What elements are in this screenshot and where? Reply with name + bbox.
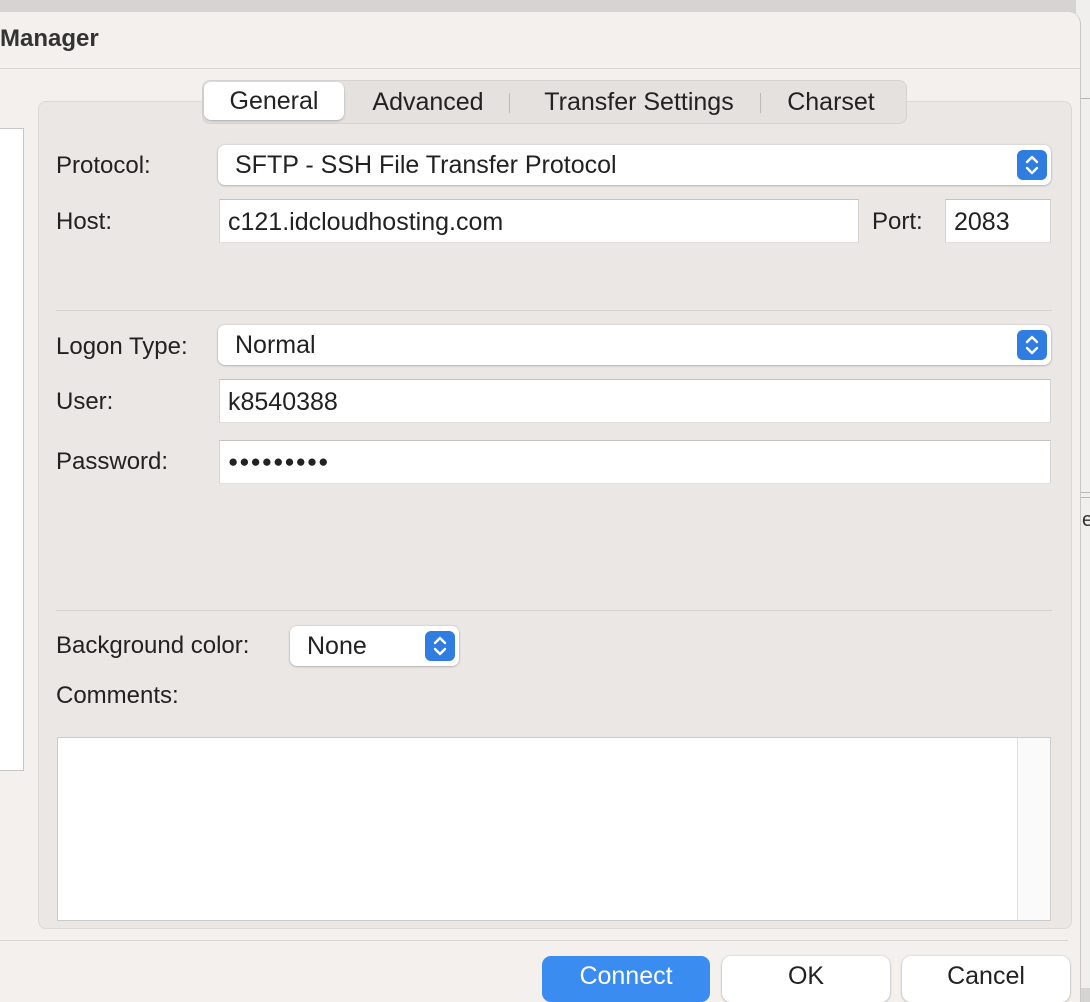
site-list-pane[interactable] bbox=[0, 128, 24, 771]
password-field-value: ●●●●●●●●● bbox=[228, 452, 330, 471]
host-field[interactable]: c121.idcloudhosting.com bbox=[219, 199, 859, 243]
logon-type-select-value: Normal bbox=[235, 331, 316, 359]
port-label: Port: bbox=[872, 208, 923, 235]
footer-divider bbox=[0, 940, 1068, 941]
site-manager-dialog: Manager General Advanced Transfer Settin… bbox=[0, 12, 1081, 1002]
dialog-title: Manager bbox=[0, 25, 99, 52]
protocol-select-value: SFTP - SSH File Transfer Protocol bbox=[235, 151, 617, 179]
password-label: Password: bbox=[56, 448, 169, 475]
cancel-button[interactable]: Cancel bbox=[902, 956, 1070, 1002]
chevron-up-down-icon bbox=[425, 631, 455, 661]
chevron-up-down-icon bbox=[1017, 330, 1047, 360]
background-window-divider bbox=[1080, 492, 1090, 493]
background-color-select[interactable]: None bbox=[290, 626, 459, 666]
comments-scrollbar[interactable] bbox=[1017, 738, 1050, 920]
host-label: Host: bbox=[56, 208, 113, 235]
dialog-titlebar[interactable]: Manager bbox=[0, 12, 1080, 69]
port-field[interactable]: 2083 bbox=[945, 199, 1051, 243]
section-divider bbox=[56, 610, 1052, 611]
background-window-divider bbox=[1080, 497, 1090, 498]
user-label: User: bbox=[56, 388, 114, 415]
settings-tab-bar: General Advanced Transfer Settings Chars… bbox=[202, 80, 907, 124]
background-color-label: Background color: bbox=[56, 632, 250, 659]
background-window-text: e bbox=[1082, 509, 1090, 531]
host-field-value: c121.idcloudhosting.com bbox=[228, 208, 504, 236]
tab-separator bbox=[760, 93, 761, 113]
comments-textarea[interactable] bbox=[57, 737, 1051, 921]
tab-general[interactable]: General bbox=[204, 82, 344, 120]
comments-label: Comments: bbox=[56, 682, 179, 709]
user-field[interactable]: k8540388 bbox=[219, 379, 1051, 423]
connect-button[interactable]: Connect bbox=[542, 956, 710, 1002]
ok-button[interactable]: OK bbox=[722, 956, 890, 1002]
logon-type-select[interactable]: Normal bbox=[218, 325, 1051, 365]
protocol-label: Protocol: bbox=[56, 152, 151, 179]
logon-type-label: Logon Type: bbox=[56, 333, 188, 360]
background-window-divider bbox=[1080, 98, 1090, 99]
password-field[interactable]: ●●●●●●●●● bbox=[219, 440, 1051, 484]
background-color-select-value: None bbox=[307, 632, 367, 660]
protocol-select[interactable]: SFTP - SSH File Transfer Protocol bbox=[218, 145, 1051, 185]
tab-transfer-settings[interactable]: Transfer Settings bbox=[519, 81, 759, 123]
tab-advanced[interactable]: Advanced bbox=[353, 81, 503, 123]
tab-charset[interactable]: Charset bbox=[771, 81, 891, 123]
user-field-value: k8540388 bbox=[228, 388, 338, 416]
port-field-value: 2083 bbox=[954, 208, 1010, 236]
tab-separator bbox=[509, 93, 510, 113]
section-divider bbox=[56, 310, 1052, 311]
chevron-up-down-icon bbox=[1017, 150, 1047, 180]
